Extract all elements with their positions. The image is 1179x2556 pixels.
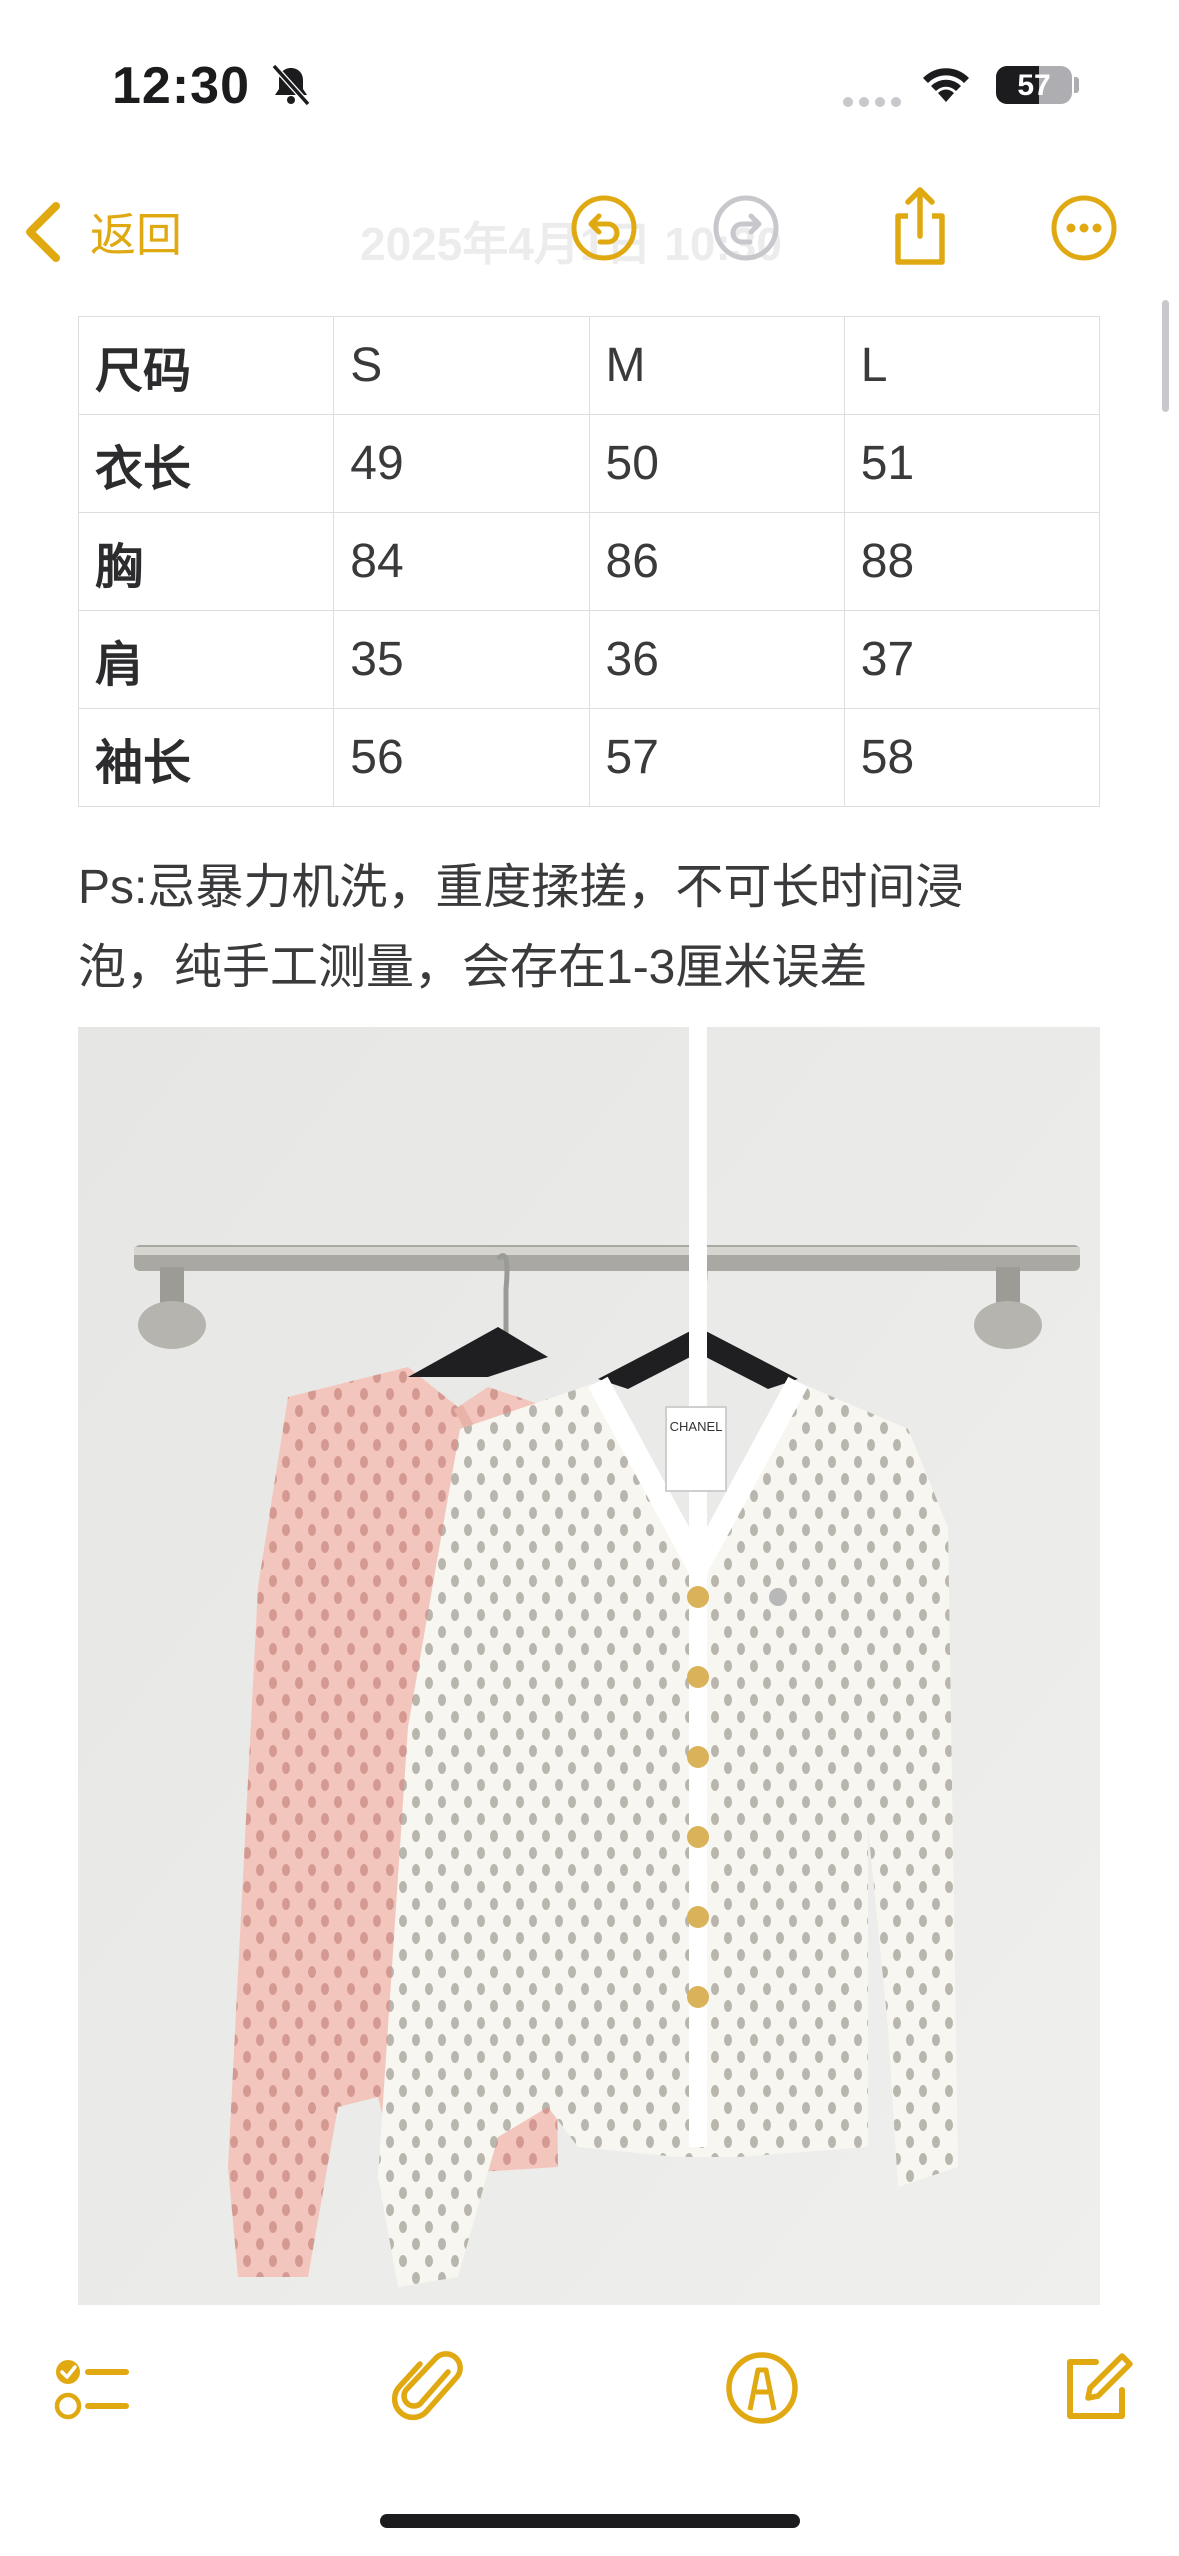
table-cell[interactable]: M [588, 316, 845, 415]
cellular-dots-icon [843, 94, 907, 112]
table-cell[interactable]: 58 [843, 708, 1101, 807]
table-cell[interactable]: 胸 [77, 512, 335, 611]
more-icon[interactable] [1048, 192, 1120, 264]
table-header-row: 尺码 S M L [77, 316, 1101, 415]
table-cell[interactable]: 衣长 [77, 414, 335, 513]
table-cell[interactable]: 36 [588, 610, 845, 709]
table-cell[interactable]: 57 [588, 708, 845, 807]
note-line: 泡，纯手工测量，会存在1-3厘米误差 [78, 941, 868, 994]
tag-text: CHANEL [670, 1419, 723, 1434]
bell-slash-icon [271, 63, 311, 107]
table-cell[interactable]: 84 [333, 512, 590, 611]
status-time: 12:30 [112, 57, 250, 115]
nav-bar: 返回 2025年4月1日 10:30 [0, 170, 1179, 290]
note-text[interactable]: Ps:忌暴力机洗，重度揉搓，不可长时间浸 泡，纯手工测量，会存在1-3厘米误差 [78, 848, 1108, 1008]
size-table[interactable]: 尺码 S M L 衣长 49 50 51 胸 84 86 88 肩 35 36 … [77, 316, 1101, 807]
table-cell[interactable]: 86 [588, 512, 845, 611]
redo-icon[interactable] [710, 192, 782, 264]
table-cell[interactable]: 56 [333, 708, 590, 807]
table-cell[interactable]: 50 [588, 414, 845, 513]
table-cell[interactable]: 肩 [77, 610, 335, 709]
back-label: 返回 [90, 209, 182, 261]
cardigans-illustration: CHANEL [78, 1027, 1100, 2305]
table-cell[interactable]: 袖长 [77, 708, 335, 807]
table-cell[interactable]: L [843, 316, 1101, 415]
bottom-toolbar [0, 2330, 1179, 2450]
table-cell[interactable]: 51 [843, 414, 1101, 513]
back-button[interactable]: 返回 [20, 200, 182, 264]
table-row: 衣长 49 50 51 [77, 414, 1101, 513]
scroll-indicator[interactable] [1162, 300, 1169, 412]
table-cell[interactable]: 37 [843, 610, 1101, 709]
chevron-left-icon [26, 202, 60, 262]
share-icon[interactable] [884, 184, 956, 268]
wifi-icon [923, 68, 969, 102]
note-line: Ps:忌暴力机洗，重度揉搓，不可长时间浸 [78, 861, 964, 914]
status-bar: 12:30 57 [0, 0, 1179, 150]
battery-icon: 57 [996, 66, 1072, 104]
table-row: 肩 35 36 37 [77, 610, 1101, 709]
markup-pen-icon[interactable] [722, 2348, 802, 2428]
checklist-icon[interactable] [52, 2348, 132, 2428]
table-cell[interactable]: 尺码 [77, 316, 335, 415]
table-cell[interactable]: S [333, 316, 590, 415]
compose-icon[interactable] [1056, 2348, 1136, 2428]
table-cell[interactable]: 35 [333, 610, 590, 709]
product-photo[interactable]: CHANEL [78, 1027, 1100, 2305]
paperclip-icon[interactable] [390, 2348, 470, 2428]
table-cell[interactable]: 88 [843, 512, 1101, 611]
table-row: 胸 84 86 88 [77, 512, 1101, 611]
table-cell[interactable]: 49 [333, 414, 590, 513]
home-indicator[interactable] [380, 2514, 800, 2528]
table-row: 袖长 56 57 58 [77, 708, 1101, 807]
battery-level: 57 [1017, 69, 1051, 102]
undo-icon[interactable] [568, 192, 640, 264]
battery-cap [1074, 77, 1079, 93]
